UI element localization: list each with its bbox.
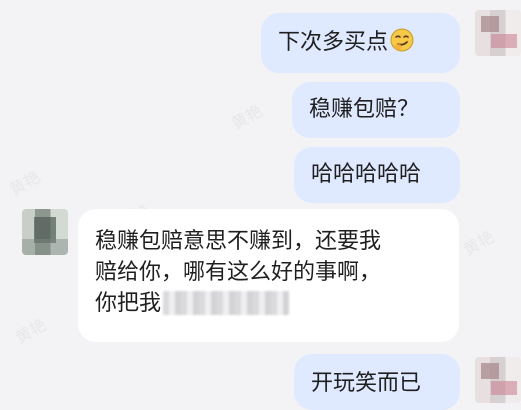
message-text: 稳赚包赔？ [309, 97, 420, 122]
message-bubble-self[interactable]: 哈哈哈哈哈 [294, 147, 460, 203]
message-bubble-self[interactable]: 开玩笑而已 [294, 354, 460, 410]
message-text: 哈哈哈哈哈 [311, 162, 422, 187]
smirk-face-icon [390, 28, 414, 52]
my-avatar[interactable] [475, 357, 521, 403]
message-text-line: 你把我 [95, 291, 162, 316]
message-bubble-contact[interactable]: 稳赚包赔意思不赚到，还要我 赔给你，哪有这么好的事啊， 你把我 [78, 209, 459, 342]
my-avatar[interactable] [475, 10, 521, 56]
message-text: 下次多买点 [278, 30, 389, 55]
message-text-line-with-redaction: 你把我 [95, 288, 459, 319]
message-bubble-self[interactable]: 稳赚包赔？ [292, 82, 460, 138]
contact-avatar[interactable] [22, 209, 68, 255]
message-text: 开玩笑而已 [311, 371, 422, 396]
redacted-text-blur [163, 291, 290, 315]
message-bubble-self[interactable]: 下次多买点 [261, 13, 460, 73]
message-text-line: 稳赚包赔意思不赚到，还要我 [95, 229, 382, 254]
message-text-line: 赔给你，哪有这么好的事啊， [95, 260, 382, 285]
